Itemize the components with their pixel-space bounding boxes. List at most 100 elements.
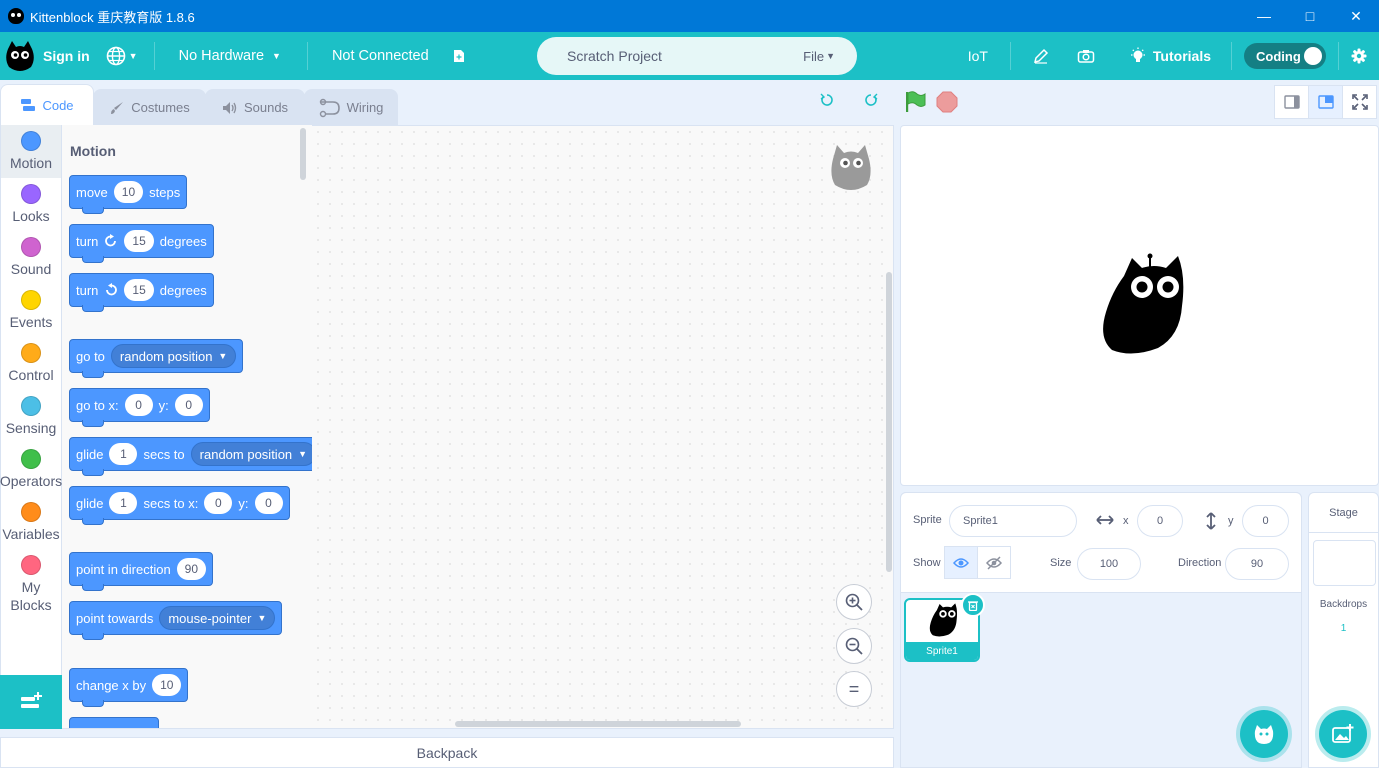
pencil-icon bbox=[1033, 48, 1048, 64]
block-input[interactable]: 0 bbox=[124, 394, 153, 416]
green-flag-icon[interactable] bbox=[903, 90, 927, 114]
block-text: change x by bbox=[76, 677, 147, 693]
stage-sprite-cat[interactable] bbox=[1098, 252, 1186, 358]
category-label: Looks bbox=[12, 208, 50, 224]
stage-thumbnail[interactable] bbox=[1313, 540, 1376, 586]
workspace-horizontal-scrollbar[interactable] bbox=[455, 721, 741, 727]
tab-costumes[interactable]: Costumes bbox=[93, 89, 206, 125]
add-backdrop-button[interactable] bbox=[1319, 710, 1367, 758]
backpack[interactable]: Backpack bbox=[0, 737, 894, 768]
sprite-tile-label: Sprite1 bbox=[906, 642, 978, 660]
point-in-direction-block[interactable]: point in direction 90 bbox=[69, 552, 214, 591]
size-input[interactable]: 100 bbox=[1077, 548, 1141, 580]
file-menu[interactable]: File ▼ bbox=[803, 49, 835, 64]
block-input[interactable]: 90 bbox=[176, 558, 207, 580]
block-input[interactable]: 10 bbox=[152, 674, 182, 696]
block-dropdown[interactable]: random position ▼ bbox=[190, 442, 312, 466]
fullscreen-button[interactable] bbox=[1342, 85, 1377, 119]
visibility-toggle bbox=[944, 546, 1011, 579]
zoom-reset-button[interactable]: = bbox=[836, 671, 872, 707]
category-variables[interactable]: Variables bbox=[1, 496, 61, 549]
sprite-name-input[interactable]: Sprite1 bbox=[949, 505, 1077, 537]
code-workspace[interactable] bbox=[312, 125, 894, 729]
settings-button[interactable] bbox=[1339, 32, 1379, 80]
show-sprite-button[interactable] bbox=[944, 546, 978, 579]
add-extension-button[interactable] bbox=[0, 675, 62, 729]
zoom-in-icon bbox=[845, 593, 863, 611]
operators-dot bbox=[21, 449, 41, 469]
minimize-button[interactable]: — bbox=[1241, 0, 1287, 32]
zoom-in-button[interactable] bbox=[836, 584, 872, 620]
block-input[interactable]: 15 bbox=[124, 230, 154, 252]
block-input[interactable]: 0 bbox=[254, 492, 283, 514]
category-label: Operators bbox=[0, 473, 63, 489]
category-looks[interactable]: Looks bbox=[1, 178, 61, 231]
add-sprite-button[interactable] bbox=[1240, 710, 1288, 758]
tutorials-button[interactable]: Tutorials bbox=[1109, 32, 1231, 80]
stop-icon[interactable] bbox=[936, 91, 958, 113]
project-name[interactable]: Scratch Project bbox=[567, 48, 662, 64]
y-input[interactable]: 0 bbox=[1242, 505, 1289, 537]
category-label: My Blocks bbox=[10, 579, 52, 613]
category-sensing[interactable]: Sensing bbox=[1, 390, 61, 443]
glide-to-xy-block[interactable]: glide 1 secs to x: 0 y: 0 bbox=[69, 486, 290, 525]
point-towards-block[interactable]: point towards mouse-pointer ▼ bbox=[69, 601, 283, 640]
coding-mode-toggle[interactable]: Coding bbox=[1244, 43, 1326, 69]
kittenblock-logo[interactable] bbox=[0, 32, 37, 80]
partial-block[interactable] bbox=[69, 717, 159, 728]
category-sound[interactable]: Sound bbox=[1, 231, 61, 284]
block-text: turn bbox=[76, 282, 99, 298]
block-input[interactable]: 15 bbox=[124, 279, 154, 301]
y-label: y bbox=[1228, 515, 1234, 527]
block-dropdown[interactable]: random position ▼ bbox=[110, 344, 237, 368]
category-label: Variables bbox=[2, 526, 60, 542]
connection-status[interactable]: Not Connected bbox=[308, 32, 453, 80]
sign-in-link[interactable]: Sign in bbox=[43, 48, 90, 64]
palette-scrollbar[interactable] bbox=[300, 128, 306, 180]
category-motion[interactable]: Motion bbox=[1, 125, 61, 178]
tab-sounds[interactable]: Sounds bbox=[205, 89, 305, 125]
block-input[interactable]: 1 bbox=[109, 492, 138, 514]
iot-menu[interactable]: IoT bbox=[946, 48, 1010, 64]
maximize-button[interactable]: □ bbox=[1287, 0, 1333, 32]
workspace-vertical-scrollbar[interactable] bbox=[886, 272, 892, 572]
category-control[interactable]: Control bbox=[1, 337, 61, 390]
block-input[interactable]: 0 bbox=[204, 492, 233, 514]
close-button[interactable]: ✕ bbox=[1333, 0, 1379, 32]
block-text: move bbox=[76, 184, 108, 200]
tab-wiring[interactable]: Wiring bbox=[304, 89, 398, 125]
tab-code[interactable]: Code bbox=[0, 84, 94, 125]
x-input[interactable]: 0 bbox=[1137, 505, 1183, 537]
go-to-block[interactable]: go to random position ▼ bbox=[69, 339, 244, 378]
category-operators[interactable]: Operators bbox=[0, 443, 63, 496]
block-input[interactable]: 1 bbox=[109, 443, 138, 465]
delete-sprite-button[interactable] bbox=[961, 593, 985, 617]
hide-sprite-button[interactable] bbox=[977, 546, 1011, 579]
document-button[interactable] bbox=[453, 32, 475, 80]
normal-stage-button[interactable] bbox=[1308, 85, 1343, 119]
category-my-blocks[interactable]: My Blocks bbox=[1, 549, 61, 627]
go-to-xy-block[interactable]: go to x: 0 y: 0 bbox=[69, 388, 210, 427]
screenshot-button[interactable] bbox=[1063, 32, 1109, 80]
move-steps-block[interactable]: move 10 steps bbox=[69, 175, 188, 214]
redo-button[interactable] bbox=[863, 92, 879, 113]
undo-button[interactable] bbox=[819, 92, 835, 113]
block-dropdown[interactable]: mouse-pointer ▼ bbox=[159, 606, 276, 630]
zoom-out-button[interactable] bbox=[836, 628, 872, 664]
turn-left-block[interactable]: turn 15 degrees bbox=[69, 273, 214, 312]
category-label: Control bbox=[8, 367, 54, 383]
category-label: Sound bbox=[10, 261, 52, 277]
glide-to-block[interactable]: glide 1 secs to random position ▼ bbox=[69, 437, 312, 476]
small-stage-button[interactable] bbox=[1274, 85, 1309, 119]
direction-input[interactable]: 90 bbox=[1225, 548, 1289, 580]
block-input[interactable]: 10 bbox=[113, 181, 144, 203]
hardware-menu[interactable]: No Hardware ▼ bbox=[155, 32, 307, 80]
change-x-block[interactable]: change x by 10 bbox=[69, 668, 189, 707]
block-input[interactable]: 0 bbox=[174, 394, 203, 416]
edit-button[interactable] bbox=[1011, 32, 1063, 80]
turn-right-block[interactable]: turn 15 degrees bbox=[69, 224, 214, 263]
category-events[interactable]: Events bbox=[1, 284, 61, 337]
language-menu[interactable]: ▼ bbox=[106, 32, 138, 80]
block-text: glide bbox=[76, 495, 104, 511]
tab-wiring-label: Wiring bbox=[346, 100, 384, 115]
